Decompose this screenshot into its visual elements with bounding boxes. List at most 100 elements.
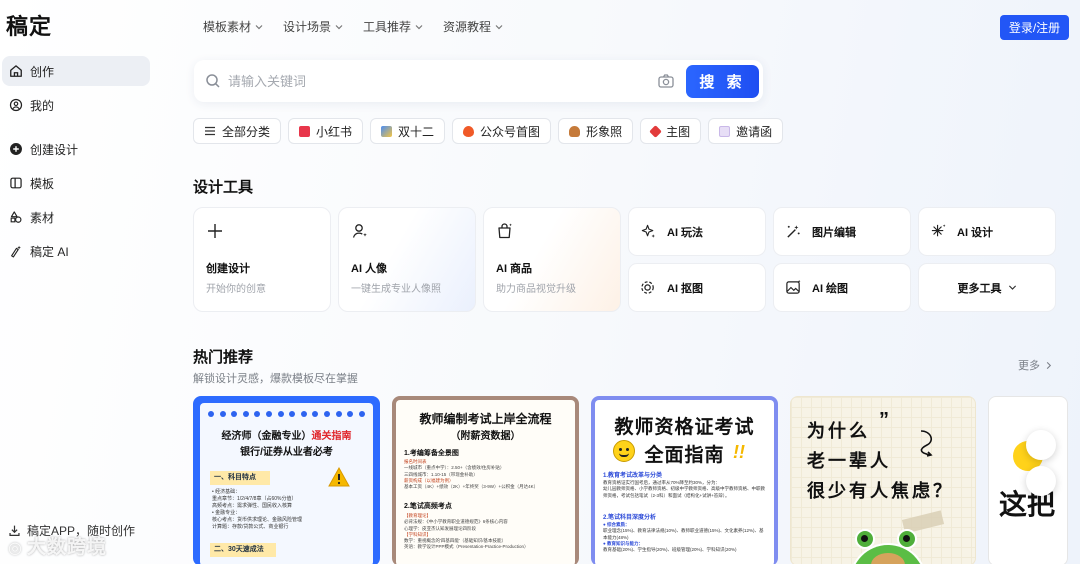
nav-label: 模板素材 bbox=[203, 20, 252, 34]
nav-tool-recommend[interactable]: 工具推荐 bbox=[363, 18, 423, 35]
search-icon bbox=[206, 74, 220, 88]
exclamation-icon: !! bbox=[733, 442, 745, 462]
card-body: 【教育理论】 必背法规：《中小学教育职业道德规范》6条核心内容 心理学：皮亚杰认… bbox=[404, 513, 569, 551]
chip-all-categories[interactable]: 全部分类 bbox=[193, 118, 282, 144]
image-icon bbox=[786, 279, 801, 294]
chevron-right-icon bbox=[1046, 361, 1052, 369]
search-bar: 搜 索 bbox=[194, 60, 763, 102]
tool-ai-design[interactable]: AI 设计 bbox=[918, 207, 1056, 256]
card-line: • 经济基础： bbox=[212, 489, 241, 495]
search-input[interactable] bbox=[228, 73, 657, 89]
nav-label: 工具推荐 bbox=[363, 20, 412, 34]
camera-icon[interactable] bbox=[657, 72, 675, 90]
card-inner: 教师编制考试上岸全流程 （附薪资数据） 1.考编筹备全景图 报名时间表 一线城市… bbox=[396, 400, 575, 564]
chip-label: 主图 bbox=[666, 124, 691, 139]
sidebar-item-create-design[interactable]: 创建设计 bbox=[2, 134, 150, 164]
sidebar-item-label: 我的 bbox=[30, 98, 55, 113]
shopping-bag-icon bbox=[498, 223, 512, 239]
card-section-heading: 2.笔试高频考点 bbox=[404, 503, 452, 510]
logo[interactable]: 稿定 bbox=[6, 9, 52, 41]
template-card-anxiety[interactable]: 为什么 ” 老一辈人 很少有人焦虑？ bbox=[790, 396, 976, 564]
float-button-bottom[interactable] bbox=[1026, 466, 1056, 496]
tool-ai-drawing[interactable]: AI 绘图 bbox=[773, 263, 911, 312]
nav-design-scenes[interactable]: 设计场景 bbox=[283, 18, 343, 35]
sparkle-icon bbox=[641, 224, 655, 238]
sidebar-item-ai[interactable]: 稿定 AI bbox=[2, 236, 150, 266]
card-headline-1: 为什么 bbox=[807, 421, 870, 441]
chip-label: 全部分类 bbox=[222, 124, 271, 139]
design-tools-title: 设计工具 bbox=[193, 179, 254, 196]
more-link[interactable]: 更多 bbox=[1018, 357, 1053, 373]
card-line: 高频考点：需求弹性、国民收入核算 bbox=[212, 503, 293, 509]
nav-templates-materials[interactable]: 模板素材 bbox=[203, 18, 263, 35]
template-card-economist[interactable]: 经济师（金融专业）通关指南 银行/证券从业者必考 一、科目特点 • 经济基础： … bbox=[193, 396, 380, 564]
card-line: 基本工资（4K）+绩效（2K）+年终奖（3-9W）+公积金（月达4K） bbox=[404, 484, 539, 490]
card-binding-dots bbox=[208, 411, 365, 419]
tool-name: 创建设计 bbox=[206, 263, 250, 275]
login-register-button[interactable]: 登录/注册 bbox=[1000, 15, 1069, 40]
card-body: • 经济基础： 重点章节：1/2/4/7/8章（占60%分值） 高频考点：需求弹… bbox=[212, 489, 302, 531]
tool-desc: 助力商品视觉升级 bbox=[496, 284, 576, 295]
template-card-teacher-cert[interactable]: 教师资格证考试 全面指南 !! 1.教育考试改革与分类 教育资格证实行国考后，通… bbox=[591, 396, 778, 564]
chip-xiaohongshu[interactable]: 小红书 bbox=[288, 118, 364, 144]
card-inner: 教师资格证考试 全面指南 !! 1.教育考试改革与分类 教育资格证实行国考后，通… bbox=[595, 400, 774, 564]
card-section-heading: 1.教育考试改革与分类 bbox=[603, 473, 663, 479]
chip-invitation[interactable]: 邀请函 bbox=[708, 118, 784, 144]
sidebar-item-label: 模板 bbox=[30, 176, 55, 191]
sidebar-item-materials[interactable]: 素材 bbox=[2, 202, 150, 232]
tool-name: 更多工具 bbox=[957, 282, 1002, 295]
card-title-a: 经济师（金融专业） bbox=[221, 431, 312, 442]
card-title: 经济师（金融专业）通关指南 bbox=[200, 427, 373, 442]
chevron-down-icon bbox=[495, 24, 503, 29]
template-card-teacher-exam[interactable]: 教师编制考试上岸全流程 （附薪资数据） 1.考编筹备全景图 报名时间表 一线城市… bbox=[392, 396, 579, 564]
sidebar-item-mine[interactable]: 我的 bbox=[2, 90, 150, 120]
float-button-top[interactable] bbox=[1026, 430, 1056, 460]
card-title-b: 通关指南 bbox=[311, 431, 352, 442]
card-subtitle: （附薪资数据） bbox=[450, 431, 521, 442]
tool-more-tools[interactable]: 更多工具 bbox=[918, 263, 1056, 312]
card-title: 教师编制考试上岸全流程 bbox=[419, 412, 552, 426]
tool-ai-play[interactable]: AI 玩法 bbox=[628, 207, 766, 256]
sidebar-item-create[interactable]: 创作 bbox=[2, 56, 150, 86]
card-line: 重点章节：1/2/4/7/8章（占60%分值） bbox=[212, 496, 297, 502]
watermark-text: 大数跨境 bbox=[26, 537, 107, 558]
person-icon bbox=[569, 125, 581, 137]
chip-portrait[interactable]: 形象照 bbox=[558, 118, 634, 144]
tool-ai-cutout[interactable]: AI 抠图 bbox=[628, 263, 766, 312]
frog-sticker-image bbox=[849, 527, 927, 564]
tool-image-edit[interactable]: 图片编辑 bbox=[773, 207, 911, 256]
sidebar-item-templates[interactable]: 模板 bbox=[2, 168, 150, 198]
plus-circle-icon bbox=[8, 141, 24, 157]
hot-recommend-title: 热门推荐 bbox=[193, 349, 254, 366]
tool-ai-product[interactable]: AI 商品 助力商品视觉升级 bbox=[483, 207, 621, 312]
tool-desc: 一键生成专业人像照 bbox=[351, 284, 441, 295]
sidebar-item-label: 创建设计 bbox=[30, 142, 79, 157]
search-button[interactable]: 搜 索 bbox=[686, 64, 759, 98]
tool-name: 图片编辑 bbox=[812, 226, 856, 239]
tool-name: AI 人像 bbox=[351, 263, 388, 275]
chip-label: 邀请函 bbox=[736, 124, 773, 139]
chip-label: 公众号首图 bbox=[480, 124, 541, 139]
tool-name: AI 设计 bbox=[957, 226, 994, 239]
card-title: 教师资格证考试 bbox=[614, 417, 755, 438]
card-headline-3: 很少有人焦虑？ bbox=[807, 481, 954, 501]
menu-icon bbox=[205, 126, 215, 136]
card-body: 报名时间表 一线城市（重点中学）：2.50+（含绩效/住房补贴） 三四线城市：1… bbox=[404, 459, 569, 490]
chip-main-image[interactable]: 主图 bbox=[640, 118, 702, 144]
tool-ai-portrait[interactable]: AI 人像 一键生成专业人像照 bbox=[338, 207, 476, 312]
pin-icon bbox=[649, 124, 662, 138]
top-nav: 模板素材 设计场景 工具推荐 资源教程 bbox=[203, 18, 503, 35]
card-section-heading: 一、科目特点 bbox=[210, 471, 270, 485]
shopping-bag-icon bbox=[381, 125, 393, 137]
watermark: ◎ 大数跨境 bbox=[8, 532, 107, 559]
card-inner: 经济师（金融专业）通关指南 银行/证券从业者必考 一、科目特点 • 经济基础： … bbox=[200, 403, 373, 564]
nav-resources-tutorials[interactable]: 资源教程 bbox=[443, 18, 503, 35]
card-line: 计算题：存款/贷款公式、商业银行 bbox=[212, 524, 289, 530]
tool-name: AI 绘图 bbox=[812, 282, 849, 295]
chevron-down-icon bbox=[255, 24, 263, 29]
chip-wechat-cover[interactable]: 公众号首图 bbox=[452, 118, 552, 144]
nav-label: 设计场景 bbox=[283, 20, 332, 34]
plus-icon bbox=[208, 224, 222, 238]
chip-double-twelve[interactable]: 双十二 bbox=[370, 118, 446, 144]
tool-create-design[interactable]: 创建设计 开始你的创意 bbox=[193, 207, 331, 312]
